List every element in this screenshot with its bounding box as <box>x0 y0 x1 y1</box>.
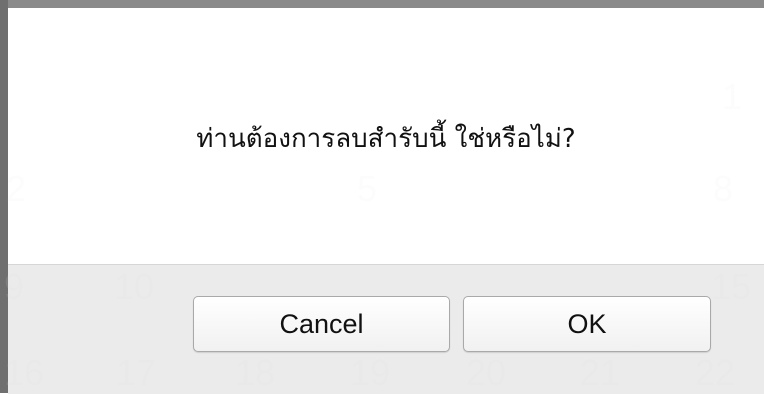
window-frame-top <box>0 0 764 8</box>
ok-button[interactable]: OK <box>463 296 711 352</box>
cancel-button[interactable]: Cancel <box>193 296 450 352</box>
dialog-message: ท่านต้องการลบสำรับนี้ ใช่หรือไม่? <box>196 124 576 154</box>
